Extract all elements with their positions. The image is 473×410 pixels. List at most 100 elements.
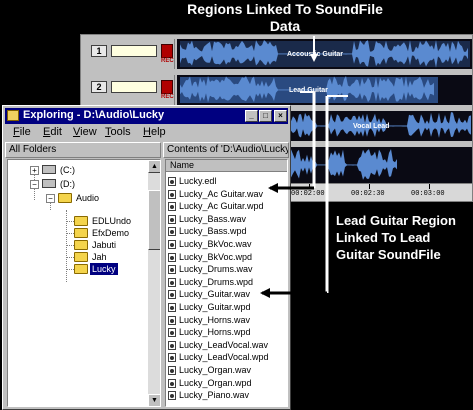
track-controls: 1 REC xyxy=(83,39,175,69)
track-name-field[interactable] xyxy=(111,81,157,93)
track-number: 2 xyxy=(91,81,107,93)
track-1: 1 REC Accoustic Guitar xyxy=(81,37,473,71)
folder-icon xyxy=(74,240,88,250)
explorer-window: Exploring - D:\Audio\Lucky _ □ × File Ed… xyxy=(2,105,291,410)
file-name: Lucky_Bass.wpd xyxy=(179,226,247,237)
collapse-icon[interactable]: − xyxy=(30,180,39,189)
ruler-mark xyxy=(429,184,430,189)
close-button[interactable]: × xyxy=(274,110,287,122)
file-name: Lucky_Ac Guitar.wav xyxy=(179,188,264,199)
file-list: Name Lucky.edl Lucky_Ac Guitar.wav Lucky_A… xyxy=(165,159,288,407)
record-button[interactable] xyxy=(161,80,173,94)
column-header-name[interactable]: Name xyxy=(166,160,287,172)
callout-regions-linked: Regions Linked To SoundFile Data xyxy=(187,1,383,34)
sound-file-icon xyxy=(168,189,176,199)
sound-file-icon xyxy=(168,240,176,249)
tree-label: Jah xyxy=(92,252,107,262)
file-name: Lucky_Drums.wpd xyxy=(179,276,254,287)
tree-scrollbar[interactable]: ▲ ▼ xyxy=(148,160,160,406)
file-name: Lucky_Organ.wpd xyxy=(179,377,252,388)
tree-item-edlundo[interactable]: EDLUndo xyxy=(8,215,148,227)
record-label: REC xyxy=(161,94,174,100)
file-name: Lucky_BkVoc.wpd xyxy=(179,251,253,262)
tree-label: (D:) xyxy=(60,179,75,189)
file-name: Lucky_Piano.wav xyxy=(179,390,250,401)
sound-file-icon xyxy=(168,227,176,237)
menu-label: iew xyxy=(80,126,97,138)
window-title: Exploring - D:\Audio\Lucky xyxy=(23,109,165,121)
tree-item-efxdemo[interactable]: EfxDemo xyxy=(8,227,148,239)
maximize-button[interactable]: □ xyxy=(259,110,272,122)
all-folders-header: All Folders xyxy=(5,142,161,158)
menu-accelerator: H xyxy=(143,126,151,138)
sound-file-icon xyxy=(168,366,176,375)
sound-file-icon xyxy=(168,214,176,224)
tree-item-c-drive[interactable]: + (C:) xyxy=(8,164,148,176)
sound-file-icon xyxy=(168,265,176,275)
region-label: Lead Guitar xyxy=(289,87,328,94)
track-controls: 2 REC xyxy=(83,75,175,105)
collapse-icon[interactable]: − xyxy=(46,194,55,203)
track-2: 2 REC Lead Guitar xyxy=(81,73,473,107)
scroll-down-icon[interactable]: ▼ xyxy=(148,394,160,406)
sound-file-icon xyxy=(168,353,176,363)
file-name: Lucky_Organ.wav xyxy=(179,365,252,375)
menu-edit[interactable]: Edit xyxy=(43,126,62,138)
ruler-mark xyxy=(309,184,310,189)
tree-item-d-drive[interactable]: − (D:) xyxy=(8,178,148,190)
file-name: Lucky_Ac Guitar.wpd xyxy=(179,201,264,212)
tree-label: Audio xyxy=(76,193,100,203)
folder-icon xyxy=(74,228,88,238)
record-label: REC xyxy=(161,58,174,64)
track-number: 1 xyxy=(91,45,107,57)
file-name: Lucky_LeadVocal.wpd xyxy=(179,352,269,363)
track-name-field[interactable] xyxy=(111,45,157,57)
scroll-up-icon[interactable]: ▲ xyxy=(148,160,160,173)
tree-label: EfxDemo xyxy=(92,228,130,238)
tree-label-selected: Lucky xyxy=(90,263,118,275)
record-button[interactable] xyxy=(161,44,173,58)
tree-label: (C:) xyxy=(60,165,75,175)
tree-label: EDLUndo xyxy=(92,216,132,226)
menu-view[interactable]: View xyxy=(73,126,97,138)
open-folder-icon xyxy=(58,193,72,203)
file-name: Lucky_Horns.wav xyxy=(179,314,251,325)
drive-icon xyxy=(42,179,56,188)
tree-item-audio[interactable]: − Audio xyxy=(8,192,148,204)
expand-icon[interactable]: + xyxy=(30,166,39,175)
file-name: Lucky_BkVoc.wav xyxy=(179,239,252,249)
minimize-button[interactable]: _ xyxy=(245,110,258,122)
menu-tools[interactable]: Tools xyxy=(105,126,131,138)
menu-bar: File Edit View Tools Help xyxy=(5,125,288,141)
sound-file-icon xyxy=(168,328,176,338)
file-name: Lucky_Bass.wav xyxy=(179,213,247,224)
sound-file-icon xyxy=(168,391,176,401)
track-lane[interactable]: Accoustic Guitar xyxy=(177,39,472,69)
title-bar[interactable]: Exploring - D:\Audio\Lucky _ □ × xyxy=(5,108,288,124)
menu-label: ools xyxy=(110,126,131,138)
ruler-tick: 00:03:00 xyxy=(411,190,445,198)
tree-item-jabuti[interactable]: Jabuti xyxy=(8,239,148,251)
open-folder-icon xyxy=(74,264,88,274)
menu-label: elp xyxy=(150,126,166,138)
file-name: Lucky_Guitar.wpd xyxy=(179,302,251,312)
menu-file[interactable]: File xyxy=(13,126,31,138)
track-lane[interactable]: Lead Guitar xyxy=(177,75,472,105)
callout-lead-guitar: Lead Guitar Region Linked To Lead Guitar… xyxy=(336,213,456,262)
sound-file-icon xyxy=(168,303,176,312)
menu-accelerator: F xyxy=(13,126,20,138)
folder-icon xyxy=(7,110,19,121)
region-label: Accoustic Guitar xyxy=(287,51,344,58)
menu-help[interactable]: Help xyxy=(143,126,166,138)
tree-item-lucky[interactable]: Lucky xyxy=(8,263,148,275)
scroll-thumb[interactable] xyxy=(148,190,160,250)
sound-file-icon xyxy=(168,290,176,300)
file-name: Lucky_Guitar.wav xyxy=(179,289,251,300)
drive-icon xyxy=(42,165,56,174)
sound-file-icon xyxy=(168,277,176,287)
tree-label: Jabuti xyxy=(92,240,117,250)
tree-item-jah[interactable]: Jah xyxy=(8,251,148,263)
ruler-tick: 00:02:00 xyxy=(291,190,325,198)
file-name: Lucky_Drums.wav xyxy=(179,264,253,275)
folder-icon xyxy=(74,252,88,262)
